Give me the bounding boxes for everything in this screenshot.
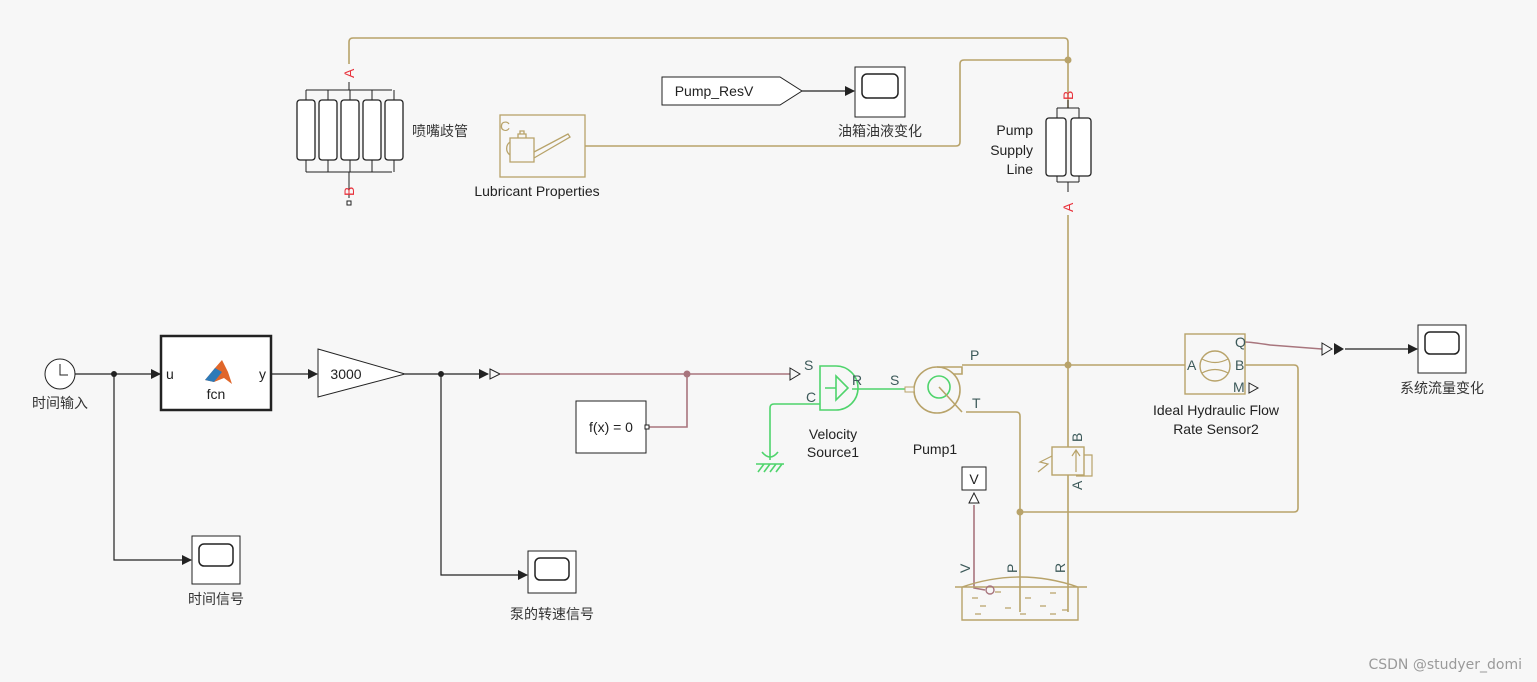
- signal-lines: [75, 86, 1418, 580]
- junction: [1064, 361, 1072, 369]
- scope-icon: [861, 73, 899, 99]
- nozzle-manifold-label: 喷嘴歧管: [412, 124, 468, 140]
- scope-time[interactable]: 时间信号: [188, 535, 244, 608]
- ps-converter-port-icon: [489, 368, 502, 380]
- scope-tank[interactable]: 油箱油液变化: [838, 66, 922, 140]
- v-tag: V: [969, 471, 979, 487]
- scope-flow-label: 系统流量变化: [1400, 381, 1484, 397]
- fcn-output-port: y: [259, 366, 266, 382]
- gain-value: 3000: [330, 366, 361, 382]
- port-c: C: [806, 389, 816, 405]
- port-arrow-icon: [1334, 343, 1344, 355]
- clock-label: 时间输入: [32, 396, 88, 412]
- port-arrow-icon: [1321, 342, 1333, 356]
- clock-block[interactable]: 时间输入: [32, 358, 88, 412]
- port-b: B: [1060, 91, 1076, 100]
- gain-to-scope-line[interactable]: [440, 374, 528, 580]
- junction: [683, 370, 691, 378]
- solver-constant-block[interactable]: f(x) = 0: [575, 400, 650, 454]
- port-t: T: [972, 395, 981, 411]
- relief-valve-block[interactable]: B A: [1037, 433, 1093, 490]
- goto-block[interactable]: Pump_ResV: [661, 76, 803, 106]
- gain-block[interactable]: 3000: [317, 348, 407, 398]
- hydraulic-lines: [348, 37, 1299, 612]
- lubricant-properties-block[interactable]: C Lubricant Properties: [474, 114, 600, 199]
- port-a: A: [1060, 202, 1076, 212]
- port-m: M: [1233, 379, 1245, 395]
- flow-sensor-block[interactable]: A B Q M Ideal Hydraulic Flow Rate Sensor…: [1153, 333, 1280, 437]
- port-r: R: [1052, 563, 1068, 573]
- port-p: P: [1004, 564, 1020, 573]
- watermark: CSDN @studyer_domi: [1368, 657, 1522, 673]
- v-output-block[interactable]: V: [961, 466, 987, 504]
- pump-supply-line-block[interactable]: B A Pump Supply Line: [990, 91, 1092, 212]
- port-q: Q: [1235, 334, 1246, 350]
- velocity-source-label: Velocity: [809, 426, 857, 442]
- pump-label: Pump1: [913, 441, 958, 457]
- junction: [1016, 508, 1024, 516]
- fcn-name: fcn: [207, 386, 226, 402]
- constant-ps-line[interactable]: [648, 374, 688, 428]
- pump-block[interactable]: S P T Pump1: [890, 347, 981, 457]
- scope-icon: [1424, 331, 1460, 355]
- constant-expr: f(x) = 0: [589, 419, 633, 435]
- junction: [438, 371, 444, 377]
- port-c: C: [500, 118, 510, 134]
- velocity-source-label: Source1: [807, 444, 859, 460]
- port-arrow-icon: [789, 367, 801, 381]
- velocity-source-block[interactable]: S R C Velocity Source1: [804, 357, 862, 460]
- scope-speed-label: 泵的转速信号: [510, 607, 594, 623]
- lubricant-label: Lubricant Properties: [474, 183, 599, 199]
- port-b: B: [1235, 357, 1244, 373]
- simulink-canvas[interactable]: 时间输入 u y fcn 3000 时间信号 泵的转速信号 油箱油液变化 系统流…: [0, 0, 1537, 682]
- scope-flow[interactable]: 系统流量变化: [1400, 324, 1484, 397]
- supply-line-label: Pump: [996, 122, 1033, 138]
- port-b: B: [1069, 433, 1085, 442]
- scope-icon: [534, 557, 570, 581]
- port-r: R: [852, 372, 862, 388]
- port-v: V: [957, 563, 973, 573]
- port-a: A: [1069, 480, 1085, 490]
- flow-sensor-label: Ideal Hydraulic Flow: [1153, 402, 1280, 418]
- goto-tag: Pump_ResV: [675, 83, 754, 99]
- scope-icon: [198, 543, 234, 567]
- scope-tank-label: 油箱油液变化: [838, 124, 922, 140]
- port-a: A: [1187, 357, 1197, 373]
- nozzle-manifold-block[interactable]: A B 喷嘴歧管: [296, 68, 468, 206]
- supply-line-label: Line: [1007, 161, 1034, 177]
- reservoir-v-line[interactable]: [973, 505, 986, 591]
- port-a: A: [341, 68, 357, 78]
- port-b: B: [341, 187, 357, 196]
- flow-sensor-label: Rate Sensor2: [1173, 421, 1259, 437]
- junction: [111, 371, 117, 377]
- fcn-input-port: u: [166, 366, 174, 382]
- supply-line-label: Supply: [990, 142, 1033, 158]
- junction: [1064, 56, 1072, 64]
- scope-time-label: 时间信号: [188, 592, 244, 608]
- scope-speed[interactable]: 泵的转速信号: [510, 550, 594, 623]
- port-s: S: [804, 357, 813, 373]
- port-s: S: [890, 372, 899, 388]
- flow-q-line[interactable]: [1244, 341, 1323, 350]
- matlab-function-block[interactable]: u y fcn: [159, 334, 273, 412]
- port-p: P: [970, 347, 979, 363]
